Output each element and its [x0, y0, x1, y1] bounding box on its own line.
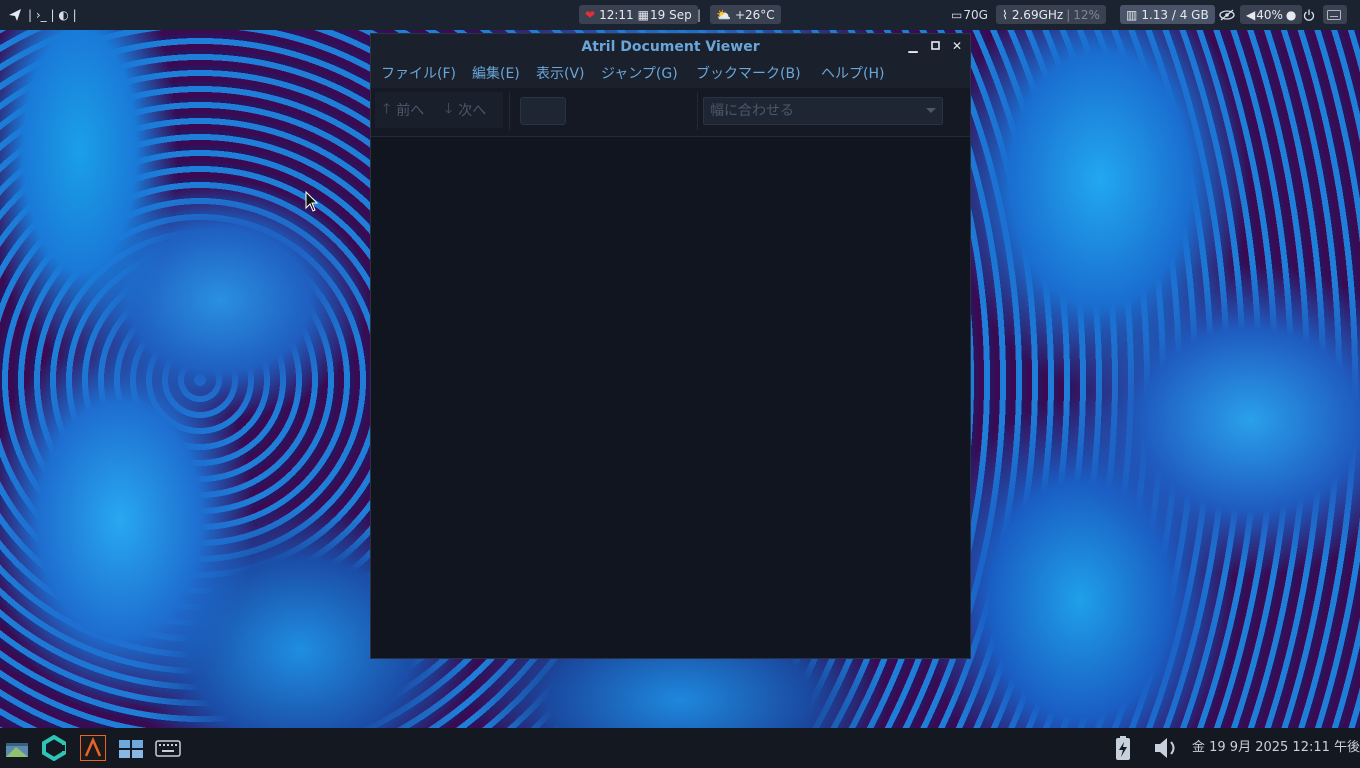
chevron-down-icon [926, 108, 936, 113]
menu-help[interactable]: ヘルプ(H) [821, 60, 884, 88]
weather-cloud-sun-icon: ⛅ [716, 7, 731, 22]
memory-widget[interactable]: ▥ 1.13 / 4 GB [1120, 5, 1215, 24]
toolbar-separator [509, 92, 510, 130]
onscreen-keyboard-icon[interactable] [155, 735, 181, 761]
window-titlebar[interactable]: Atril Document Viewer ▁ ✕ [371, 34, 970, 60]
weather-temp: +26°C [734, 7, 775, 22]
window-switcher-icon[interactable] [118, 735, 144, 761]
disk-free: 70G [963, 8, 988, 22]
volume-speaker-icon[interactable] [1152, 735, 1182, 761]
cpu-widget[interactable]: ⌇ 2.69GHz | 12% [996, 5, 1106, 24]
speaker-icon: ◀ [1246, 7, 1256, 22]
launcher-icon[interactable] [8, 0, 22, 30]
clock-widget[interactable]: ❤ 12:11 ▦ 19 Sep [579, 5, 698, 24]
microphone-icon: ● [1285, 7, 1297, 22]
cpu-load: 12% [1073, 7, 1100, 22]
privacy-eye-icon[interactable] [1219, 0, 1235, 30]
cpu-sep: | [1066, 7, 1071, 22]
volume-widget[interactable]: ◀ 40% ● [1240, 5, 1303, 24]
keyboard-layout-icon[interactable] [1323, 5, 1347, 24]
heart-icon: ❤ [585, 7, 596, 22]
bottom-taskbar: 金 19 9月 2025 12:11 午後 [0, 728, 1360, 768]
maximize-button[interactable] [927, 38, 943, 54]
menubar: ファイル(F) 編集(E) 表示(V) ジャンプ(G) ブックマーク(B) ヘル… [371, 60, 970, 88]
mouse-cursor-icon [305, 191, 319, 212]
close-icon: ✕ [951, 39, 963, 53]
show-desktop-icon[interactable] [4, 735, 30, 761]
minimize-icon: ▁ [908, 39, 918, 53]
menu-go[interactable]: ジャンプ(G) [601, 60, 678, 88]
prev-page-label: 前へ [396, 103, 425, 119]
menu-edit[interactable]: 編集(E) [472, 60, 520, 88]
menu-view[interactable]: 表示(V) [536, 60, 585, 88]
weather-widget[interactable]: ⛅ +26°C [710, 5, 781, 24]
next-page-button[interactable]: 🡓 次へ [437, 92, 503, 128]
terminal-app-icon[interactable] [80, 735, 106, 761]
clock-time: 12:11 [599, 7, 634, 22]
menu-file[interactable]: ファイル(F) [381, 60, 456, 88]
disk-icon: ▭ [951, 8, 963, 22]
clock-date: 19 Sep [650, 7, 692, 22]
calendar-icon: ▦ [637, 7, 649, 22]
power-icon[interactable] [1303, 0, 1315, 30]
memory-icon: ▥ [1126, 7, 1138, 22]
cpu-graph-icon: ⌇ [1002, 7, 1008, 22]
volume-level: 40% [1256, 7, 1283, 22]
next-page-label: 次へ [458, 103, 487, 119]
memory-usage: 1.13 / 4 GB [1141, 7, 1209, 22]
top-panel: | ›_ | ◐ | ❤ 12:11 ▦ 19 Sep | ⛅ +26°C ▭ … [0, 0, 1360, 30]
panel-divider: | [697, 8, 702, 22]
close-button[interactable]: ✕ [949, 38, 965, 54]
page-number-input[interactable] [520, 97, 566, 125]
disk-widget[interactable]: ▭ 70G [951, 0, 988, 30]
taskbar-clock[interactable]: 金 19 9月 2025 12:11 午後 [1192, 728, 1360, 768]
minimize-button[interactable]: ▁ [905, 38, 921, 54]
arrow-up-icon: 🡑 [383, 101, 391, 117]
window-title: Atril Document Viewer [581, 39, 760, 55]
prev-page-button[interactable]: 🡑 前へ [375, 92, 437, 128]
document-view[interactable] [371, 137, 970, 658]
toolbar-separator [697, 92, 698, 130]
zoom-value: 幅に合わせる [710, 103, 794, 119]
cpu-freq: 2.69GHz [1011, 7, 1064, 22]
arrow-down-icon: 🡓 [445, 101, 453, 117]
toolbar: 🡑 前へ 🡓 次へ 幅に合わせる [371, 88, 970, 137]
battery-charging-icon[interactable] [1112, 735, 1134, 761]
atril-window: Atril Document Viewer ▁ ✕ ファイル(F) 編集(E) … [370, 33, 971, 659]
zoom-select[interactable]: 幅に合わせる [703, 97, 943, 125]
workspace-glyphs[interactable]: | ›_ | ◐ | [28, 0, 77, 30]
menu-bookmarks[interactable]: ブックマーク(B) [696, 60, 801, 88]
app-menu-icon[interactable] [41, 734, 67, 762]
maximize-icon [930, 41, 940, 50]
